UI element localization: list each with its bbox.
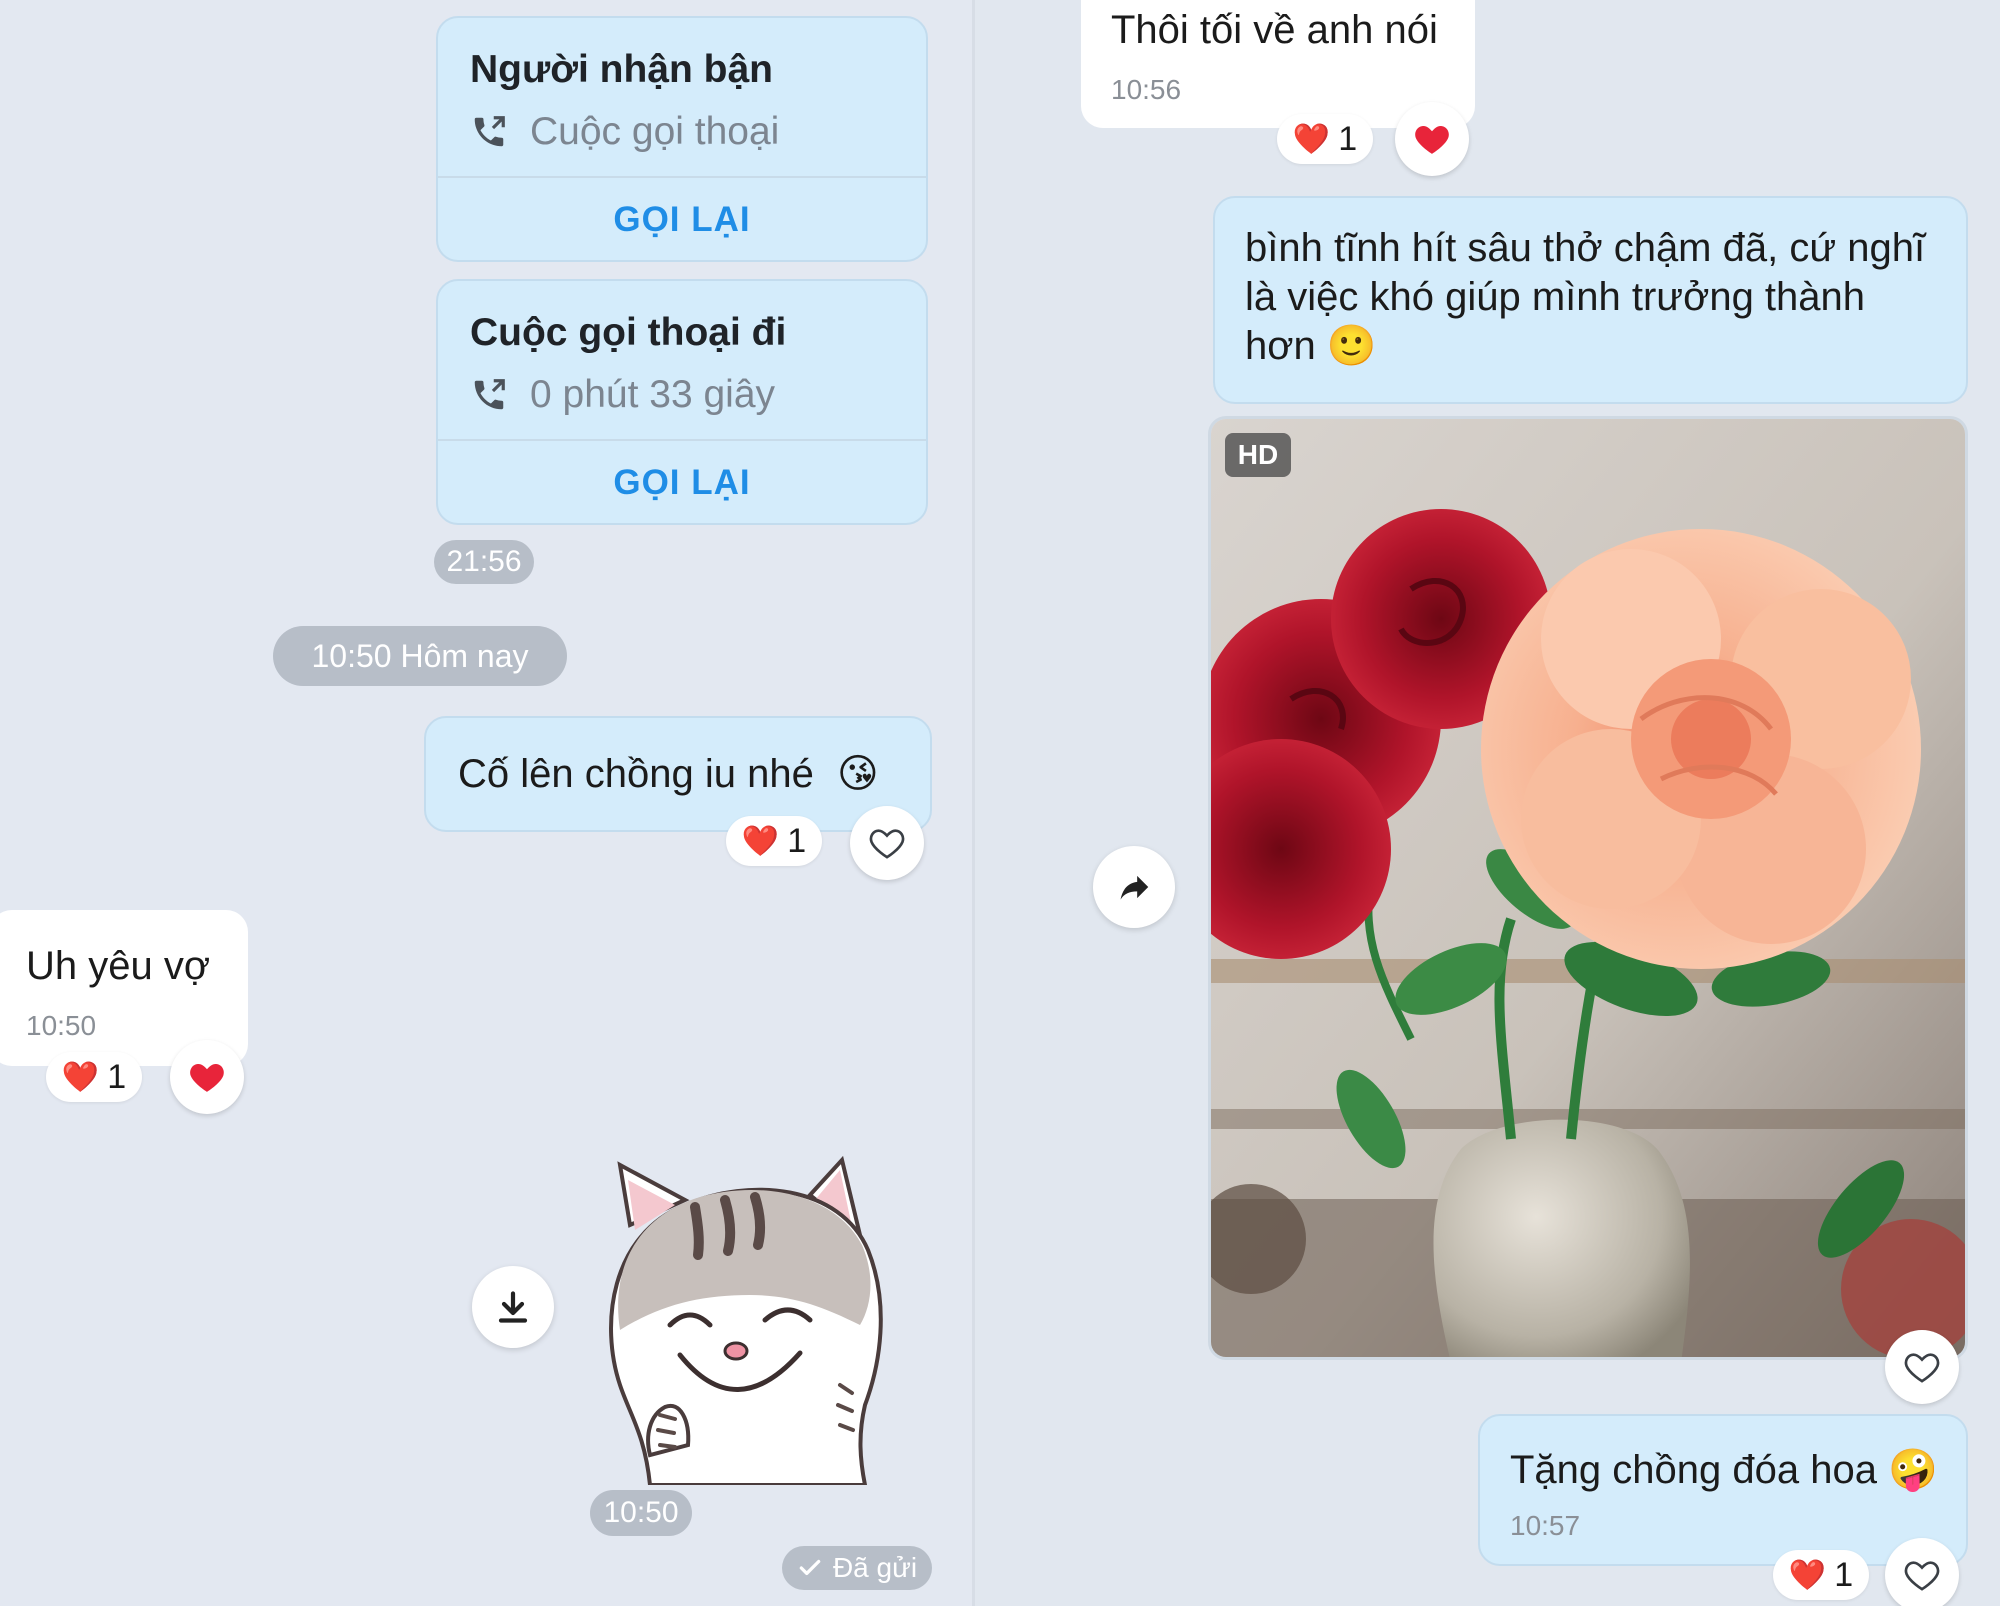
call-card-outgoing: Cuộc gọi thoại đi 0 phút 33 giây GỌI LẠI bbox=[436, 279, 928, 525]
message-time: 10:50 bbox=[26, 1010, 97, 1041]
call-card-subtitle: Cuộc gọi thoại bbox=[470, 110, 779, 154]
call-card-incoming: Người nhận bận Cuộc gọi thoại GỌI LẠI bbox=[436, 16, 928, 262]
heart-icon: ❤️ bbox=[1788, 1558, 1827, 1592]
call-card-subtitle-text: Cuộc gọi thoại bbox=[530, 110, 780, 153]
message-bubble-sent: Tặng chồng đóa hoa 🤪 10:57 bbox=[1478, 1414, 1968, 1566]
call-card-title: Người nhận bận bbox=[470, 48, 773, 91]
message-text: Uh yêu vợ bbox=[26, 944, 211, 988]
download-button[interactable] bbox=[472, 1266, 554, 1348]
reaction-count-value: 1 bbox=[787, 821, 807, 860]
call-card-subtitle-text: 0 phút 33 giây bbox=[530, 373, 776, 416]
reaction-count[interactable]: ❤️ 1 bbox=[1773, 1550, 1869, 1600]
heart-icon bbox=[190, 1064, 224, 1092]
call-back-button[interactable]: GỌI LẠI bbox=[438, 178, 926, 262]
download-icon bbox=[498, 1291, 528, 1323]
heart-outline-icon bbox=[1904, 1561, 1940, 1591]
phone-icon bbox=[474, 379, 505, 410]
flower-photo[interactable]: HD bbox=[1208, 416, 1968, 1360]
message-text: Thôi tối về anh nói bbox=[1111, 8, 1438, 52]
message-text-content: Cố lên chồng iu nhé bbox=[458, 752, 814, 796]
zany-emoji: 🤪 bbox=[1888, 1448, 1938, 1492]
cat-sticker[interactable] bbox=[590, 1155, 920, 1487]
message-bubble-sent: bình tĩnh hít sâu thở chậm đã, cứ nghĩ l… bbox=[1213, 196, 1968, 404]
message-bubble-sent: Cố lên chồng iu nhé 😘 bbox=[424, 716, 932, 832]
react-button[interactable] bbox=[850, 806, 924, 880]
message-time: 10:57 bbox=[1510, 1510, 1581, 1541]
heart-icon: ❤️ bbox=[1292, 122, 1331, 156]
reaction-count[interactable]: ❤️ 1 bbox=[46, 1052, 142, 1102]
reaction-count-value: 1 bbox=[1338, 119, 1358, 158]
heart-icon: ❤️ bbox=[61, 1060, 100, 1094]
message-text-content: Tặng chồng đóa hoa bbox=[1510, 1448, 1877, 1492]
chat-pane-left: Người nhận bận Cuộc gọi thoại GỌI LẠI Cu… bbox=[0, 0, 975, 1606]
reaction-count-value: 1 bbox=[1834, 1555, 1854, 1594]
message-text: Tặng chồng đóa hoa 🤪 bbox=[1510, 1446, 1938, 1495]
date-separator: 10:50 Hôm nay bbox=[273, 626, 567, 686]
phone-icon bbox=[474, 116, 505, 147]
call-card-title: Cuộc gọi thoại đi bbox=[470, 311, 787, 354]
reaction-count[interactable]: ❤️ 1 bbox=[726, 816, 822, 866]
sent-status: Đã gửi bbox=[782, 1546, 932, 1590]
react-button[interactable] bbox=[1885, 1330, 1959, 1404]
call-back-button[interactable]: GỌI LẠI bbox=[438, 441, 926, 525]
cat-sticker-image bbox=[609, 1155, 883, 1487]
message-time: 10:56 bbox=[1111, 74, 1182, 105]
hd-badge: HD bbox=[1225, 433, 1291, 477]
call-card-subtitle: 0 phút 33 giây bbox=[470, 373, 775, 417]
heart-outline-icon bbox=[1904, 1353, 1940, 1383]
message-text: Cố lên chồng iu nhé 😘 bbox=[458, 750, 879, 799]
message-text: bình tĩnh hít sâu thở chậm đã, cứ nghĩ l… bbox=[1245, 224, 1945, 371]
react-button-active[interactable] bbox=[170, 1040, 244, 1114]
check-icon bbox=[799, 1559, 821, 1576]
react-button-active[interactable] bbox=[1395, 102, 1469, 176]
sent-status-label: Đã gửi bbox=[832, 1552, 918, 1583]
kiss-emoji: 😘 bbox=[836, 752, 879, 796]
heart-outline-icon bbox=[869, 829, 905, 859]
reaction-count-value: 1 bbox=[107, 1057, 127, 1096]
chat-pane-right: Thôi tối về anh nói 10:56 ❤️ 1 bình tĩnh… bbox=[975, 0, 2000, 1606]
smile-emoji: 🙂 bbox=[1326, 324, 1377, 368]
react-button[interactable] bbox=[1885, 1538, 1959, 1606]
timestamp-pill: 21:56 bbox=[434, 540, 534, 584]
heart-icon: ❤️ bbox=[741, 824, 780, 858]
rose-bouquet-image bbox=[1211, 419, 1965, 1357]
forward-icon bbox=[1120, 875, 1149, 900]
forward-button[interactable] bbox=[1093, 846, 1175, 928]
heart-icon bbox=[1415, 126, 1449, 154]
reaction-count[interactable]: ❤️ 1 bbox=[1277, 114, 1373, 164]
timestamp-pill: 10:50 bbox=[590, 1490, 692, 1536]
